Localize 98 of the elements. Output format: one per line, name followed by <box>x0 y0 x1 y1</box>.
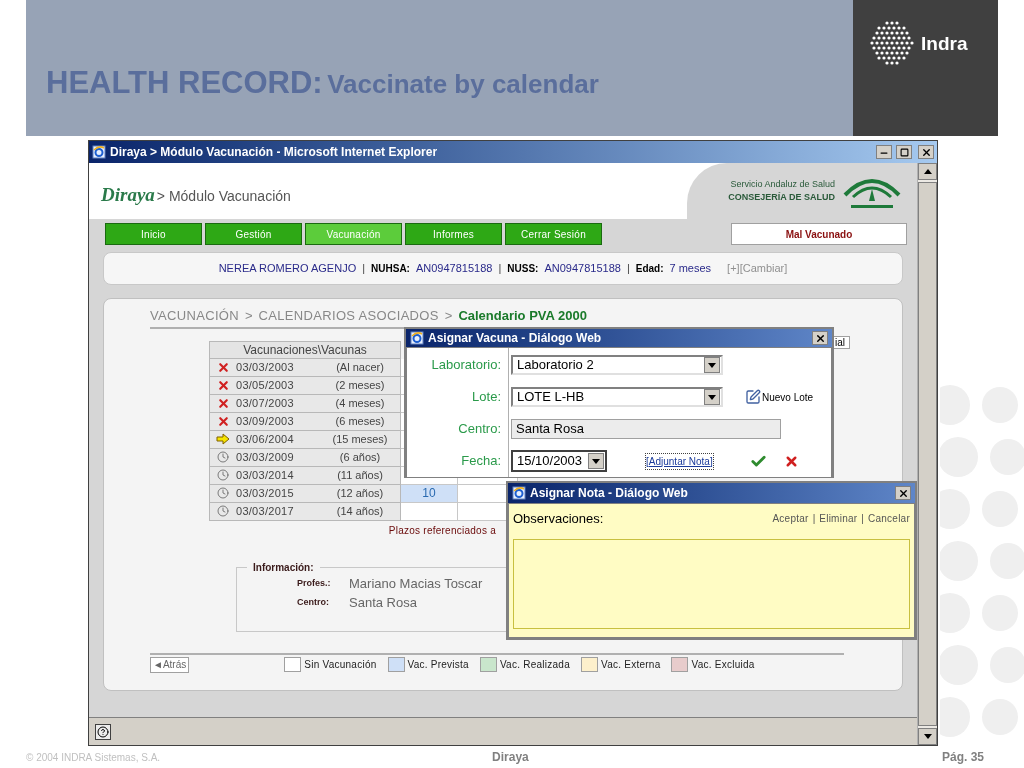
age-text: (12 años) <box>335 485 385 501</box>
footer-title: Diraya <box>492 749 529 766</box>
info-value: Santa Rosa <box>349 594 417 613</box>
age-text: (6 meses) <box>334 413 386 429</box>
maximize-icon <box>899 147 909 157</box>
date-text: 03/05/2003 <box>236 377 295 393</box>
select-field[interactable]: Laboratorio 2 <box>511 355 723 375</box>
select-field[interactable]: LOTE L-HB <box>511 387 723 407</box>
age-text: (15 meses) <box>331 431 389 447</box>
separator: | <box>498 261 502 277</box>
separator: | <box>626 261 630 277</box>
status-badge: Mal Vacunado <box>731 223 907 245</box>
browser-icon <box>410 331 424 345</box>
action-link[interactable]: Aceptar <box>772 511 809 527</box>
date-text: 03/06/2004 <box>236 431 295 447</box>
input-field[interactable]: Santa Rosa <box>511 419 781 439</box>
separator: | <box>812 512 816 527</box>
separator: | <box>362 261 366 277</box>
date-text: 03/03/2017 <box>236 503 295 519</box>
org-name: Servicio Andaluz de Salud <box>730 177 835 191</box>
dialog-title: Asignar Nota - Diálogo Web <box>530 485 689 502</box>
help-icon[interactable] <box>97 725 109 738</box>
page-number: Pág. 35 <box>941 749 984 766</box>
maximize-button[interactable] <box>896 145 912 159</box>
age-text: (2 meses) <box>334 377 386 393</box>
close-icon <box>897 487 909 499</box>
date-text: 03/03/2003 <box>236 359 295 375</box>
legend-label: Sin Vacunación <box>304 658 377 672</box>
close-button[interactable] <box>812 331 828 345</box>
slide-title: HEALTH RECORD:Vaccinate by calendar <box>46 63 599 102</box>
close-button[interactable] <box>895 486 911 500</box>
date-field[interactable]: 15/10/2003 <box>511 450 607 472</box>
age-text: (Al nacer) <box>335 359 385 375</box>
info-label: Centro: <box>297 596 330 610</box>
field-value: AN0947815188 <box>544 261 621 277</box>
legend-label: Vac. Excluida <box>691 658 755 672</box>
logo-text: Indra <box>921 32 968 56</box>
patient-name: NEREA ROMERO AGENJO <box>218 261 357 277</box>
info-label: Profes.: <box>297 577 332 591</box>
module-title: > Módulo Vacunación <box>156 187 291 206</box>
edit-icon <box>745 389 761 405</box>
legend-label: Vac. Prevista <box>407 658 469 672</box>
window-title: Diraya > Módulo Vacunación - Microsoft Internet Explorer <box>110 144 439 161</box>
table-header: Vacunaciones\Vacunas <box>209 340 401 359</box>
field-label: Edad: <box>635 262 664 276</box>
org-department: CONSEJERÍA DE SALUD <box>728 191 835 204</box>
age-text: (6 años) <box>338 449 382 465</box>
clock-icon <box>217 451 229 463</box>
clock-icon <box>217 505 229 517</box>
new-lot-link[interactable]: Nuevo Lote <box>762 389 814 405</box>
field-label: Fecha: <box>461 452 501 471</box>
field-label: Laboratorio: <box>431 356 501 375</box>
date-text: 03/03/2015 <box>236 485 295 501</box>
age-text: (4 meses) <box>334 395 386 411</box>
clock-icon <box>217 469 229 481</box>
brand-logo: Diraya <box>101 182 155 207</box>
minimize-button[interactable] <box>876 145 892 159</box>
attach-note-link[interactable]: [Adjuntar Nota] <box>645 452 714 470</box>
legend-label: Vac. Realizada <box>499 658 570 672</box>
clock-icon <box>217 487 229 499</box>
action-link[interactable]: Cancelar <box>867 511 910 527</box>
field-label: NUHSA: <box>371 262 410 276</box>
field-label: NUSS: <box>507 262 539 276</box>
observations-label: Observaciones: <box>513 510 605 528</box>
copyright-text: © 2004 INDRA Sistemas, S.A. <box>26 750 161 765</box>
breadcrumb-item: Calendario PVA 2000 <box>458 307 587 325</box>
date-text: 03/09/2003 <box>236 413 295 429</box>
browser-icon <box>92 145 106 159</box>
cross-icon <box>216 360 230 374</box>
field-label: Lote: <box>472 388 501 407</box>
date-text: 03/03/2009 <box>236 449 295 465</box>
cross-icon <box>216 378 230 392</box>
separator: > <box>444 307 453 325</box>
action-link[interactable]: Eliminar <box>819 511 858 527</box>
date-text: 03/07/2003 <box>236 395 295 411</box>
age-text: (14 años) <box>335 503 385 519</box>
separator: > <box>244 307 253 325</box>
group-legend: Información: <box>247 559 320 575</box>
date-text: 03/03/2014 <box>236 467 295 483</box>
legend-label: Vac. Externa <box>600 658 661 672</box>
info-value: Mariano Macias Toscar <box>349 575 483 594</box>
browser-icon <box>512 486 526 500</box>
cross-icon <box>216 414 230 428</box>
footnote-text: Plazos referenciados a <box>388 523 496 538</box>
separator: | <box>861 512 864 527</box>
field-label: Centro: <box>458 420 501 439</box>
close-button[interactable] <box>918 145 934 159</box>
arrow-icon <box>216 433 230 445</box>
dialog-title: Asignar Vacuna - Diálogo Web <box>428 330 603 347</box>
age-text: (11 años) <box>336 467 384 483</box>
field-value: 7 meses <box>669 261 712 277</box>
field-value: AN0947815188 <box>415 261 493 277</box>
close-icon <box>920 146 932 158</box>
cross-icon <box>216 396 230 410</box>
observations-field[interactable] <box>513 538 910 629</box>
close-icon <box>814 332 826 344</box>
dotted-globe-icon <box>869 20 915 66</box>
back-button[interactable]: ◄Atrás <box>150 656 190 673</box>
